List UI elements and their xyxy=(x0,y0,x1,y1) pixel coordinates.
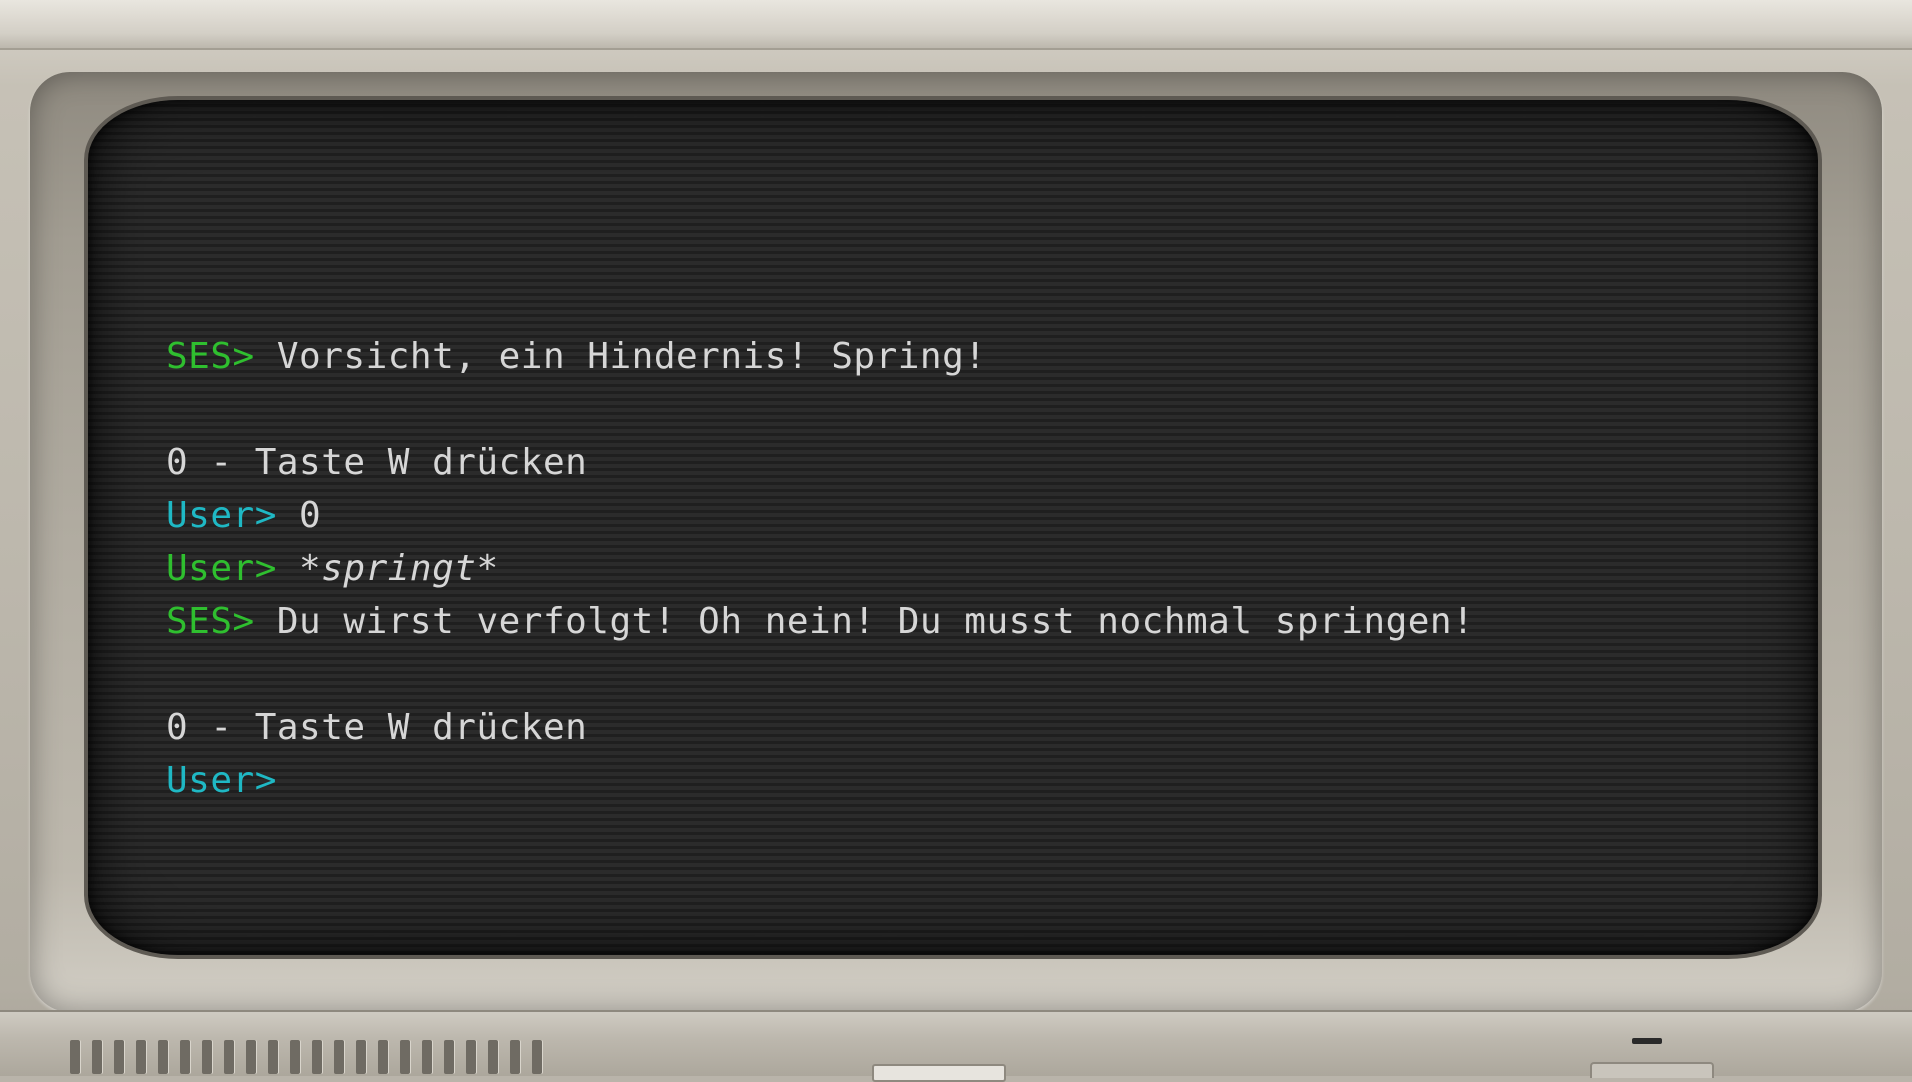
vent-slot xyxy=(136,1040,146,1074)
power-indicator xyxy=(1632,1038,1662,1044)
line-text: Vorsicht, ein Hindernis! Spring! xyxy=(254,336,987,377)
vent-slot xyxy=(444,1040,454,1074)
vent-slot xyxy=(180,1040,190,1074)
front-panel-slot xyxy=(1590,1062,1714,1078)
vent-slot xyxy=(422,1040,432,1074)
vent-slot xyxy=(114,1040,124,1074)
option-text: 0 - Taste W drücken xyxy=(166,707,588,748)
terminal-line: User> *springt* xyxy=(166,542,1726,595)
vent-slot xyxy=(290,1040,300,1074)
user-input-text: 0 xyxy=(276,495,322,536)
monitor-top-edge xyxy=(0,0,1912,50)
vent-slot xyxy=(224,1040,234,1074)
vent-slot xyxy=(510,1040,520,1074)
terminal-line: SES> Vorsicht, ein Hindernis! Spring! xyxy=(166,330,1726,383)
user-prompt: User> xyxy=(166,760,277,801)
vent-slot xyxy=(466,1040,476,1074)
vent-slot xyxy=(378,1040,388,1074)
ses-prompt: SES> xyxy=(166,601,255,642)
crt-screen[interactable]: SES> Vorsicht, ein Hindernis! Spring! 0 … xyxy=(88,100,1818,955)
vent-slot xyxy=(334,1040,344,1074)
vent-grille xyxy=(70,1040,570,1074)
terminal-line: 0 - Taste W drücken xyxy=(166,701,1726,754)
vent-slot xyxy=(92,1040,102,1074)
vent-slot xyxy=(70,1040,80,1074)
vent-slot xyxy=(356,1040,366,1074)
vent-slot xyxy=(532,1040,542,1074)
vent-slot xyxy=(202,1040,212,1074)
terminal-input-line[interactable]: User> xyxy=(166,754,1726,807)
option-text: 0 - Taste W drücken xyxy=(166,442,588,483)
terminal-output: SES> Vorsicht, ein Hindernis! Spring! 0 … xyxy=(166,330,1726,807)
vent-slot xyxy=(158,1040,168,1074)
line-text: Du wirst verfolgt! Oh nein! Du musst noc… xyxy=(254,601,1475,642)
user-action-text: *springt* xyxy=(276,548,499,589)
terminal-line: User> 0 xyxy=(166,489,1726,542)
vent-slot xyxy=(488,1040,498,1074)
brand-badge xyxy=(872,1064,1006,1082)
vent-slot xyxy=(246,1040,256,1074)
user-prompt: User> xyxy=(166,495,277,536)
vent-slot xyxy=(400,1040,410,1074)
terminal-line: 0 - Taste W drücken xyxy=(166,436,1726,489)
terminal-line: SES> Du wirst verfolgt! Oh nein! Du muss… xyxy=(166,595,1726,648)
user-prompt: User> xyxy=(166,548,277,589)
ses-prompt: SES> xyxy=(166,336,255,377)
vent-slot xyxy=(312,1040,322,1074)
vent-slot xyxy=(268,1040,278,1074)
